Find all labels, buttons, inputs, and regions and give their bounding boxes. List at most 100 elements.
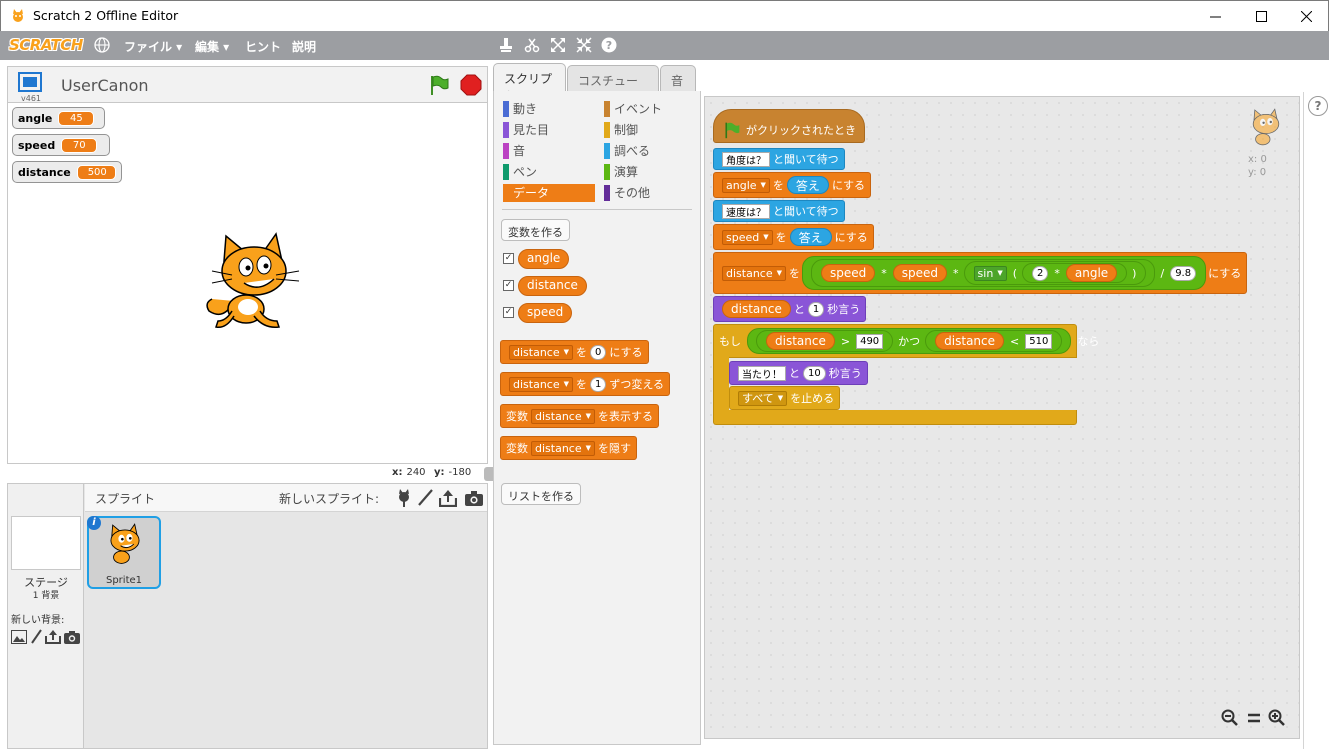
speed-reporter[interactable]: speed [892,264,948,282]
multiply-operator-inner[interactable]: 2 * angle [1022,263,1128,283]
speed-reporter[interactable]: speed [821,264,876,282]
stop-all-block[interactable]: すべて を止める [729,386,841,410]
scratch-logo[interactable]: SCRATCH [9,36,83,54]
checkbox-speed[interactable]: ✓ [503,307,514,318]
value-input[interactable]: 0 [590,344,607,360]
green-flag-icon[interactable] [428,74,450,96]
hide-variable-block[interactable]: 変数 distance を隠す [500,436,638,460]
upload-sprite-icon[interactable] [439,489,457,507]
question-input[interactable]: 速度は？ [722,203,770,219]
category-more-blocks[interactable]: その他 [604,184,696,202]
category-control[interactable]: 制御 [604,121,696,139]
stop-sign-icon[interactable] [460,74,482,96]
close-button[interactable] [1283,1,1329,31]
checkbox-angle[interactable]: ✓ [503,253,514,264]
sprite-library-icon[interactable] [395,489,413,507]
reporter-speed[interactable]: speed [518,303,573,323]
category-looks[interactable]: 見た目 [503,121,595,139]
category-motion[interactable]: 動き [503,100,595,118]
monitor-distance[interactable]: distance 500 [12,161,122,183]
set-speed-block[interactable]: speed を 答え にする [713,224,874,250]
sprite-tile-sprite1[interactable]: i Sprite1 [87,516,161,589]
change-variable-block[interactable]: distance を 1 ずつ変える [500,372,671,396]
zoom-reset-icon[interactable] [1245,709,1263,727]
category-events[interactable]: イベント [604,100,696,118]
camera-sprite-icon[interactable] [465,489,483,507]
make-variable-button[interactable]: 変数を作る [501,219,570,241]
paint-sprite-icon[interactable] [416,489,434,507]
stage-canvas[interactable]: angle 45 speed 70 distance 500 [7,102,488,464]
ask-speed-block[interactable]: 速度は？ と聞いて待つ [713,200,845,222]
answer-reporter[interactable]: 答え [789,228,832,246]
zoom-in-icon[interactable] [1268,709,1286,727]
sin-operator[interactable]: sin ( 2 * angle ) [963,261,1147,285]
say-distance-block[interactable]: distance と 1 秒言う [713,296,867,322]
minimize-button[interactable] [1192,1,1238,31]
stage-selector[interactable]: ステージ 1 背景 新しい背景: [8,484,84,748]
tab-costumes[interactable]: コスチューム [567,65,659,105]
distance-reporter[interactable]: distance [935,332,1005,350]
set-angle-block[interactable]: angle を 答え にする [713,172,872,198]
menu-about[interactable]: 説明 [292,38,316,55]
reporter-angle[interactable]: angle [518,249,570,269]
show-variable-block[interactable]: 変数 distance を表示する [500,404,660,428]
angle-reporter[interactable]: angle [1065,264,1118,282]
category-sensing[interactable]: 調べる [604,142,696,160]
divide-operator[interactable]: speed * speed * sin ( 2 * angle ) [802,256,1207,290]
stop-option-dropdown[interactable]: すべて [738,390,788,406]
maximize-button[interactable] [1238,1,1284,31]
grow-icon[interactable] [550,37,566,53]
question-input[interactable]: 角度は？ [722,151,770,167]
variable-dropdown[interactable]: distance [531,408,596,424]
camera-backdrop-icon[interactable] [64,630,80,644]
presentation-mode-icon[interactable] [18,72,42,92]
project-title[interactable]: UserCanon [61,76,149,95]
message-input[interactable]: 当たり！ [738,365,786,381]
answer-reporter[interactable]: 答え [786,176,829,194]
and-operator[interactable]: distance > 490 かつ distance < 510 [747,328,1072,354]
variable-dropdown[interactable]: angle [722,177,770,193]
value-input[interactable]: 490 [856,333,884,349]
distance-reporter[interactable]: distance [722,300,791,318]
when-flag-clicked-block[interactable]: がクリックされたとき [713,109,865,143]
delete-scissors-icon[interactable] [524,37,540,53]
upload-backdrop-icon[interactable] [45,629,61,644]
menu-file[interactable]: ファイル ▾ [124,38,182,55]
monitor-angle[interactable]: angle 45 [12,107,105,129]
variable-dropdown[interactable]: distance [509,376,574,392]
duplicate-stamp-icon[interactable] [498,37,514,53]
multiply-operator[interactable]: speed * speed * sin ( 2 * angle ) [811,259,1156,287]
if-block[interactable]: もし distance > 490 かつ distance < 510 なら [713,324,1099,358]
make-list-button[interactable]: リストを作る [501,483,581,505]
category-pen[interactable]: ペン [503,163,595,181]
reporter-distance[interactable]: distance [518,276,587,296]
stage-thumbnail[interactable] [11,516,81,570]
help-question-icon[interactable]: ? [1308,96,1328,116]
say-hit-block[interactable]: 当たり！ と 10 秒言う [729,361,868,385]
monitor-speed[interactable]: speed 70 [12,134,110,156]
backdrop-library-icon[interactable] [11,630,27,644]
paint-backdrop-icon[interactable] [30,629,42,645]
tab-sounds[interactable]: 音 [660,65,696,93]
variable-dropdown[interactable]: distance [509,344,574,360]
category-sound[interactable]: 音 [503,142,595,160]
variable-dropdown[interactable]: distance [531,440,596,456]
set-distance-block[interactable]: distance を speed * speed * sin ( 2 * ang… [713,252,1248,294]
info-icon[interactable]: i [87,516,101,530]
variable-dropdown[interactable]: distance [722,265,787,281]
greater-than-operator[interactable]: distance > 490 [756,330,894,352]
block-help-icon[interactable]: ? [601,37,617,53]
value-input[interactable]: 2 [1032,265,1049,281]
checkbox-distance[interactable]: ✓ [503,280,514,291]
zoom-out-icon[interactable] [1221,709,1239,727]
menu-tips[interactable]: ヒント [245,38,281,55]
value-input[interactable]: 9.8 [1170,265,1197,281]
distance-reporter[interactable]: distance [766,332,835,350]
seconds-input[interactable]: 1 [807,301,825,317]
shrink-icon[interactable] [576,37,592,53]
value-input[interactable]: 1 [590,376,607,392]
less-than-operator[interactable]: distance < 510 [925,330,1063,352]
globe-icon[interactable] [94,37,110,53]
category-operators[interactable]: 演算 [604,163,696,181]
category-data[interactable]: データ [503,184,595,202]
